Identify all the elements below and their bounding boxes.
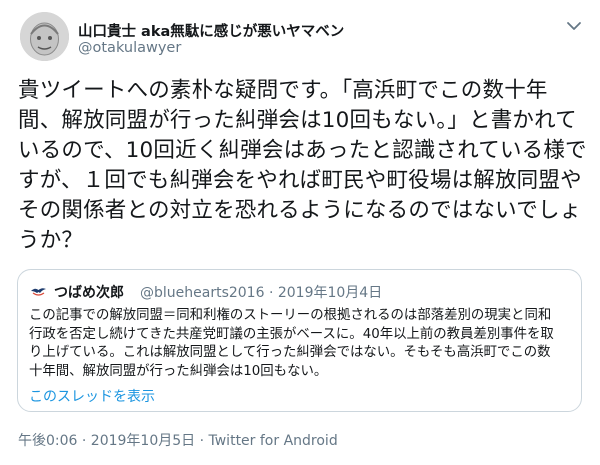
quoted-tweet-text: この記事での解放同盟＝同和利権のストーリーの根拠されるのは部落差別の現実と同和 …: [29, 307, 574, 381]
tweet-text-line: その関係者との対立を恐れるようになるのではないでしょ: [18, 198, 582, 223]
quoted-tweet[interactable]: つばめ次郎 @bluehearts2016 · 2019年10月4日 この記事で…: [17, 269, 582, 412]
quoted-text-line: り上げている。これは解放同盟として行った糾弾会ではない。そもそも高浜町でこの数: [29, 345, 551, 360]
quoted-text-line: 十年間、解放同盟が行った糾弾会は10回もない。: [29, 363, 328, 379]
tweet-text-line: すが、１回でも糾弾会をやれば町民や町役場は解放同盟や: [18, 168, 582, 193]
show-thread-link[interactable]: このスレッドを表示: [29, 386, 155, 406]
tweet-card: 山口貴士 aka無駄に感じが悪いヤマベン @otakulawyer 貴ツイートへ…: [0, 0, 600, 465]
quoted-author-name[interactable]: つばめ次郎: [54, 282, 124, 302]
tweet-text-line: うか？: [18, 228, 84, 253]
quoted-author-meta: @bluehearts2016 · 2019年10月4日: [140, 285, 383, 301]
tweet-source-link[interactable]: Twitter for Android: [209, 433, 338, 449]
tweet-text-line: いるので、10回近く糾弾会はあったと認識されている様で: [18, 138, 587, 163]
quoted-text-line: この記事での解放同盟＝同和利権のストーリーの根拠されるのは部落差別の現実と同和: [29, 308, 552, 323]
author-handle[interactable]: @otakulawyer: [78, 40, 181, 56]
avatar[interactable]: [20, 12, 69, 61]
avatar-illustration: [20, 12, 69, 61]
footer-separator: ·: [195, 433, 209, 449]
quoted-avatar[interactable]: [29, 281, 48, 300]
tweet-text-line: 間、解放同盟が行った糾弾会は10回もない。」と書かれて: [18, 108, 577, 133]
tweet-text: 貴ツイートへの素朴な疑問です。「高浜町でこの数十年 間、解放同盟が行った糾弾会は…: [18, 76, 590, 256]
author-display-name[interactable]: 山口貴士 aka無駄に感じが悪いヤマベン: [78, 20, 344, 41]
tweet-footer: 午後0:06 · 2019年10月5日 · Twitter for Androi…: [18, 430, 338, 450]
tweet-text-line: 貴ツイートへの素朴な疑問です。「高浜町でこの数十年: [18, 78, 548, 103]
chevron-down-icon[interactable]: [566, 20, 582, 32]
swallow-icon: [29, 281, 48, 300]
tweet-timestamp[interactable]: 午後0:06 · 2019年10月5日: [18, 433, 195, 449]
quoted-text-line: 行政を否定し続けてきた共産党町議の主張がベースに。40年以上前の教員差別事件を取: [29, 326, 554, 342]
